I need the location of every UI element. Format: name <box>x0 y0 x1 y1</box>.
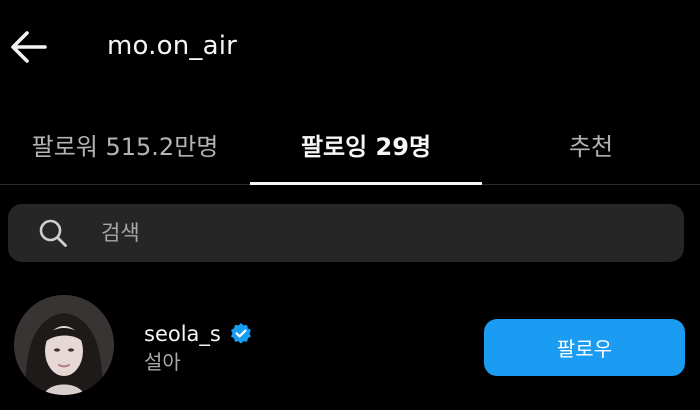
username-line[interactable]: seola_s <box>144 320 253 348</box>
profile-photo <box>14 295 114 395</box>
tab-suggested[interactable]: 추천 <box>482 104 700 184</box>
search-input[interactable]: 검색 <box>8 204 684 262</box>
avatar[interactable] <box>14 295 114 395</box>
tab-suggested-label: 추천 <box>568 132 614 161</box>
tab-following-label: 팔로잉 29명 <box>300 132 432 161</box>
tab-following[interactable]: 팔로잉 29명 <box>250 104 482 184</box>
username: seola_s <box>144 322 221 346</box>
arrow-left-icon <box>11 31 47 63</box>
top-bar: mo.on_air <box>0 0 700 95</box>
tab-followers[interactable]: 팔로워 515.2만명 <box>0 104 250 184</box>
full-name: 설아 <box>144 350 181 374</box>
search-icon <box>39 219 67 247</box>
page-title: mo.on_air <box>107 31 238 61</box>
follow-button-label: 팔로우 <box>556 337 613 361</box>
search-placeholder: 검색 <box>101 221 140 245</box>
back-button[interactable] <box>6 24 52 70</box>
active-tab-indicator <box>250 182 482 185</box>
tab-bar: 팔로워 515.2만명 팔로잉 29명 추천 <box>0 104 700 185</box>
follow-button[interactable]: 팔로우 <box>484 319 685 376</box>
list-item[interactable]: seola_s 설아 팔로우 <box>0 292 700 404</box>
verified-badge-icon <box>230 323 251 344</box>
tab-followers-label: 팔로워 515.2만명 <box>31 132 219 161</box>
